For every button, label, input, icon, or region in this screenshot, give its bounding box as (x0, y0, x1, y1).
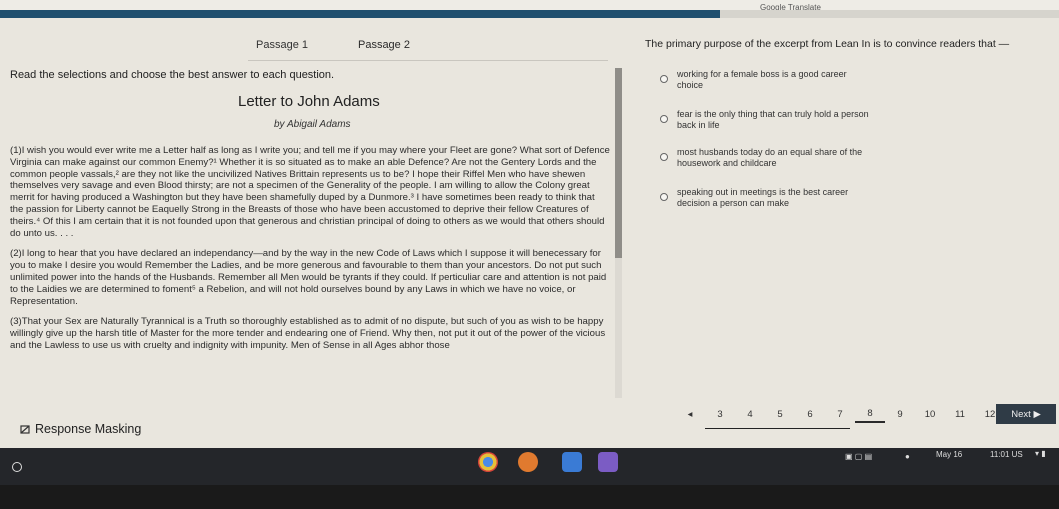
passage-body: (1)I wish you would ever write me a Lett… (10, 145, 610, 361)
page-9[interactable]: 9 (885, 407, 915, 422)
progress-fill (0, 10, 721, 18)
response-masking-button[interactable]: Response Masking (20, 422, 141, 436)
device-bezel (0, 485, 1059, 509)
page-11[interactable]: 11 (945, 407, 975, 422)
passage-title: Letter to John Adams (238, 93, 380, 110)
answer-choice-c[interactable]: most husbands today do an equal share of… (660, 147, 875, 169)
response-masking-label: Response Masking (35, 422, 142, 436)
time-label[interactable]: 11:01 US (990, 450, 1023, 459)
radio-button[interactable] (660, 193, 668, 201)
response-masking-icon (20, 425, 30, 434)
chrome-icon[interactable] (478, 452, 498, 472)
app-icon[interactable] (598, 452, 618, 472)
choice-text: fear is the only thing that can truly ho… (677, 109, 869, 130)
radio-button[interactable] (660, 153, 668, 161)
passage-tabs: Passage 1 Passage 2 (250, 36, 416, 54)
passage-paragraph: (1)I wish you would ever write me a Lett… (10, 145, 610, 239)
top-bar (0, 0, 1059, 10)
page-7[interactable]: 7 (825, 407, 855, 422)
page-3[interactable]: 3 (705, 407, 735, 422)
answer-choice-d[interactable]: speaking out in meetings is the best car… (660, 187, 875, 209)
page-4[interactable]: 4 (735, 407, 765, 422)
progress-bar (0, 10, 1059, 18)
tab-passage-1[interactable]: Passage 1 (250, 36, 314, 54)
notification-icon[interactable]: ● (905, 452, 910, 461)
instruction-text: Read the selections and choose the best … (10, 69, 335, 81)
scrollbar-thumb[interactable] (615, 68, 622, 258)
choice-text: most husbands today do an equal share of… (677, 147, 863, 168)
page-10[interactable]: 10 (915, 407, 945, 422)
screen-capture-icon[interactable]: ▣ ▢ ▤ (845, 452, 872, 461)
answer-choice-b[interactable]: fear is the only thing that can truly ho… (660, 109, 875, 131)
launcher-icon[interactable] (12, 462, 22, 472)
next-label: Next (1011, 408, 1031, 420)
wifi-battery-icon[interactable]: ▾ ▮ (1035, 449, 1046, 458)
passage-paragraph: (2)I long to hear that you have declared… (10, 248, 607, 307)
play-icon: ▶ (1033, 408, 1041, 420)
passage-scrollbar[interactable] (615, 68, 622, 398)
radio-button[interactable] (660, 115, 668, 123)
app-icon[interactable] (518, 452, 538, 472)
page-nav-underline (705, 428, 850, 429)
question-prompt: The primary purpose of the excerpt from … (645, 38, 1010, 50)
next-button[interactable]: Next ▶ (996, 404, 1056, 424)
radio-button[interactable] (660, 75, 668, 83)
passage-byline: by Abigail Adams (274, 119, 351, 130)
files-icon[interactable] (562, 452, 582, 472)
page-8-current[interactable]: 8 (855, 406, 885, 423)
choice-text: working for a female boss is a good care… (677, 69, 847, 90)
choice-text: speaking out in meetings is the best car… (677, 187, 849, 208)
tab-passage-2[interactable]: Passage 2 (352, 36, 416, 54)
answer-choice-a[interactable]: working for a female boss is a good care… (660, 69, 875, 91)
page-6[interactable]: 6 (795, 407, 825, 422)
chevron-left-icon[interactable]: ◂ (675, 409, 705, 420)
date-label[interactable]: May 16 (936, 450, 962, 459)
page-5[interactable]: 5 (765, 407, 795, 422)
passage-paragraph: (3)That your Sex are Naturally Tyrannica… (10, 316, 606, 351)
tab-divider (248, 60, 608, 61)
page-navigation: ◂ 3 4 5 6 7 8 9 10 11 12 (675, 406, 1005, 423)
